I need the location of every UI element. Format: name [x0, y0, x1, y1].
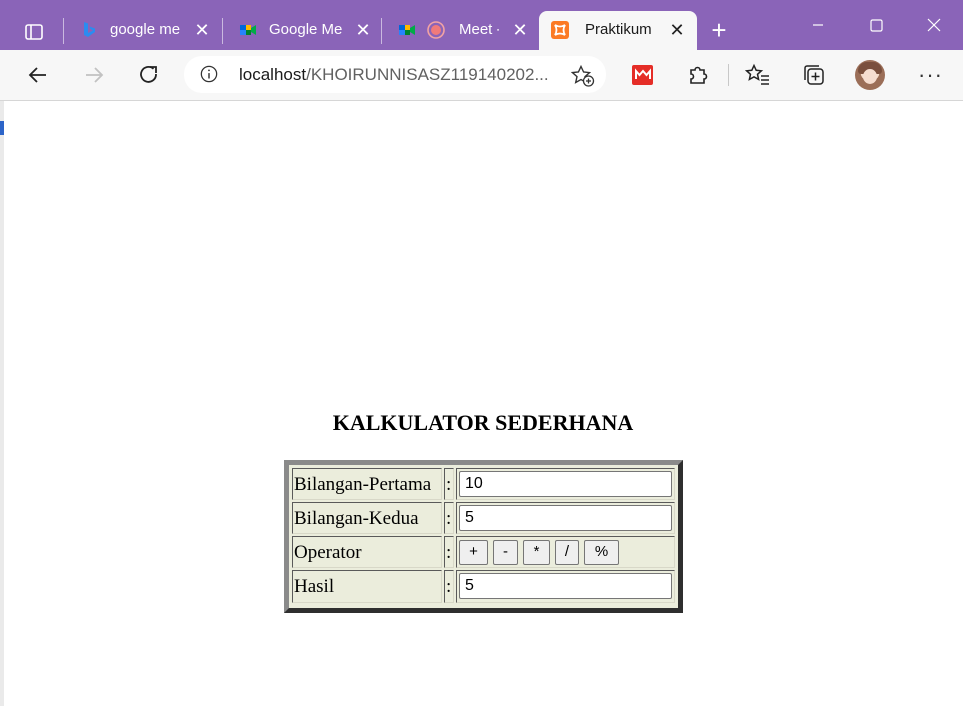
profile-avatar[interactable]: [855, 60, 885, 90]
colon-cell: :: [444, 468, 454, 500]
more-options-icon[interactable]: ···: [918, 62, 943, 88]
operator-cell: + - * / %: [456, 536, 675, 568]
edge-marker: [0, 121, 4, 135]
label-cell: Hasil: [292, 570, 442, 603]
label-cell: Operator: [292, 536, 442, 568]
maximize-button[interactable]: [856, 12, 896, 38]
maximize-icon: [870, 19, 883, 32]
tab-actions-button[interactable]: [14, 14, 54, 50]
colon-cell: :: [444, 536, 454, 568]
close-icon[interactable]: ✕: [512, 20, 528, 40]
add-favorite-icon[interactable]: [571, 65, 595, 87]
refresh-icon: [140, 66, 157, 83]
back-arrow-icon: [28, 67, 46, 83]
tab-title: Google Me: [269, 21, 343, 38]
bilangan-pertama-input[interactable]: 10: [459, 471, 672, 497]
close-icon[interactable]: ✕: [355, 20, 371, 40]
tab-google-meet[interactable]: Google Me ✕: [227, 11, 379, 50]
tab-title: Meet -: [459, 21, 499, 38]
operator-modulo-button[interactable]: %: [584, 540, 619, 565]
tab-actions-icon: [25, 24, 43, 40]
tab-separator: [222, 18, 223, 44]
forward-button[interactable]: [77, 59, 111, 91]
info-icon[interactable]: [200, 65, 218, 83]
hasil-output[interactable]: 5: [459, 573, 672, 599]
toolbar-separator: [728, 64, 729, 86]
collections-icon[interactable]: [801, 62, 827, 88]
page-left-edge: [0, 101, 4, 706]
operator-divide-button[interactable]: /: [555, 540, 579, 565]
separator: :: [446, 474, 452, 495]
browser-toolbar: localhost/KHOIRUNNISASZ119140202...: [0, 50, 963, 101]
extensions-puzzle-icon[interactable]: [685, 62, 711, 88]
url-host: localhost: [239, 65, 307, 84]
bilangan-kedua-input[interactable]: 5: [459, 505, 672, 531]
xampp-icon: [551, 21, 569, 39]
input-cell: 5: [456, 502, 675, 534]
tab-title: Praktikum: [585, 21, 652, 38]
tab-title: google me: [110, 21, 181, 38]
minimize-icon: [813, 24, 823, 26]
separator: :: [446, 576, 452, 597]
page-title: KALKULATOR SEDERHANA: [332, 410, 634, 435]
input-cell: 10: [456, 468, 675, 500]
operator-add-button[interactable]: +: [459, 540, 488, 565]
refresh-button[interactable]: [132, 59, 166, 91]
label-operator: Operator: [294, 542, 362, 563]
separator: :: [446, 542, 452, 563]
extension-red-icon[interactable]: [630, 62, 656, 88]
url-path: /KHOIRUNNISASZ119140202...: [306, 65, 549, 84]
google-meet-icon: [399, 25, 415, 35]
google-meet-icon: [240, 25, 256, 35]
favorites-icon[interactable]: [745, 62, 771, 88]
address-bar[interactable]: localhost/KHOIRUNNISASZ119140202...: [184, 56, 606, 93]
label-hasil: Hasil: [294, 576, 335, 597]
back-button[interactable]: [21, 59, 55, 91]
tab-bing-search[interactable]: google me ✕: [68, 11, 220, 50]
tab-strip: google me ✕ Google Me ✕ Meet - ✕ Praktik…: [0, 0, 963, 50]
tab-praktikum[interactable]: Praktikum ✕: [539, 11, 697, 50]
tab-meet-recording[interactable]: Meet - ✕: [386, 11, 536, 50]
bing-icon: [84, 22, 95, 37]
close-window-button[interactable]: [914, 12, 954, 38]
close-window-icon: [927, 18, 941, 32]
operator-multiply-button[interactable]: *: [523, 540, 550, 565]
recording-icon: [427, 21, 445, 39]
forward-arrow-icon: [86, 67, 104, 83]
label-cell: Bilangan-Kedua: [292, 502, 442, 534]
separator: :: [446, 508, 452, 529]
close-icon[interactable]: ✕: [194, 20, 210, 40]
minimize-button[interactable]: [798, 12, 838, 38]
label-cell: Bilangan-Pertama: [292, 468, 442, 500]
colon-cell: :: [444, 502, 454, 534]
input-cell: 5: [456, 570, 675, 603]
new-tab-button[interactable]: +: [706, 17, 732, 43]
url-text: localhost/KHOIRUNNISASZ119140202...: [239, 65, 549, 85]
operator-subtract-button[interactable]: -: [493, 540, 518, 565]
colon-cell: :: [444, 570, 454, 603]
label-bilangan-kedua: Bilangan-Kedua: [294, 508, 419, 529]
close-icon[interactable]: ✕: [669, 20, 685, 40]
tab-separator: [63, 18, 64, 44]
calculator-table: Bilangan-Pertama : 10 Bilangan-Kedua : 5…: [284, 460, 683, 613]
label-bilangan-pertama: Bilangan-Pertama: [294, 474, 432, 495]
plus-icon: +: [711, 15, 727, 45]
tab-separator: [381, 18, 382, 44]
